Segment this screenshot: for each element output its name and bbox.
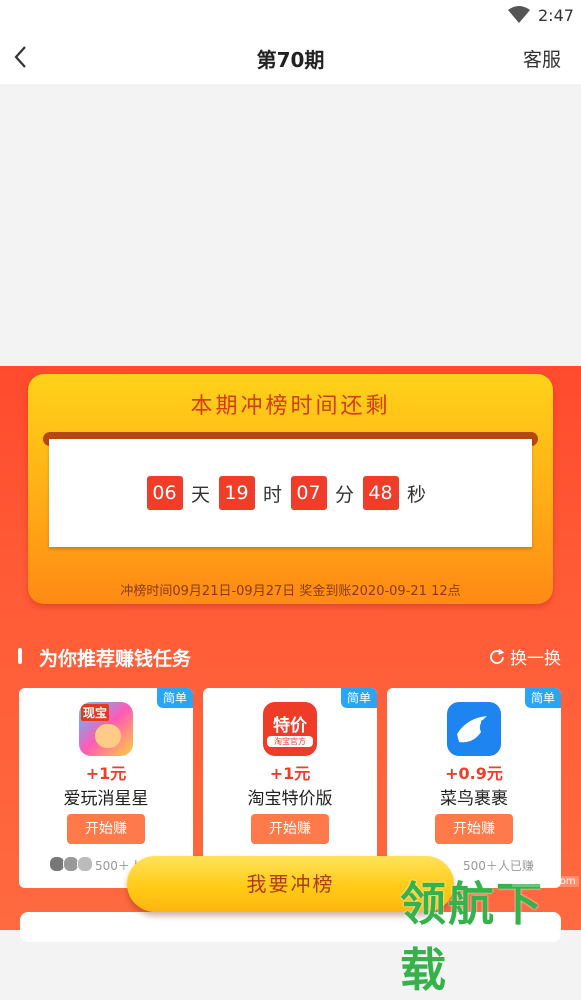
refresh-icon: [490, 648, 505, 664]
task-name: 爱玩消星星: [63, 789, 149, 809]
countdown-card: 本期冲榜时间还剩 06 天 19 时 07 分 48 秒 冲榜时间09月21日-…: [28, 374, 553, 604]
customer-service-button[interactable]: 客服: [523, 45, 561, 72]
star-game-face: [95, 724, 121, 748]
page-title: 第70期: [256, 48, 325, 72]
countdown-minutes: 07: [290, 476, 327, 510]
countdown-days: 06: [146, 476, 183, 510]
section-title: 为你推荐赚钱任务: [39, 648, 192, 670]
difficulty-badge: 简单: [341, 688, 377, 708]
start-earning-button[interactable]: 开始赚: [435, 814, 513, 844]
bird-icon: [457, 716, 487, 743]
hours-unit: 时: [262, 483, 282, 506]
nav-bar: 第70期 客服: [0, 32, 581, 84]
days-unit: 天: [190, 483, 210, 506]
icon-subcaption: 淘宝官方: [267, 736, 313, 747]
countdown-seconds: 48: [362, 476, 399, 510]
task-reward: +0.9元: [445, 764, 503, 783]
banner-placeholder: [0, 84, 581, 366]
status-time: 2:47: [538, 6, 574, 25]
refresh-button[interactable]: 换一换: [488, 644, 561, 669]
countdown-note: 冲榜时间09月21日-09月27日 奖金到账2020-09-21 12点: [120, 584, 461, 599]
task-name: 淘宝特价版: [247, 789, 333, 809]
difficulty-badge: 简单: [157, 688, 193, 708]
watermark-url: lhdown.com: [512, 876, 579, 887]
task-name: 菜鸟裹裹: [440, 789, 508, 809]
minutes-unit: 分: [334, 483, 354, 506]
task-reward: +1元: [85, 764, 127, 783]
joined-avatars: [49, 856, 93, 872]
seconds-unit: 秒: [406, 483, 426, 506]
refresh-label: 换一换: [510, 649, 561, 669]
start-earning-button[interactable]: 开始赚: [251, 814, 329, 844]
countdown-timer: 06 天 19 时 07 分 48 秒: [49, 476, 532, 510]
star-game-icon: 现宝: [79, 702, 133, 756]
countdown-panel: 06 天 19 时 07 分 48 秒: [49, 439, 532, 547]
start-earning-button[interactable]: 开始赚: [67, 814, 145, 844]
difficulty-badge: 简单: [525, 688, 561, 708]
taobao-special-icon: 特价 淘宝官方: [263, 702, 317, 756]
watermark-logo: 领航下载: [400, 877, 544, 997]
cainiao-bird-icon: [447, 702, 501, 756]
wifi-icon: [508, 6, 530, 23]
section-marker: [18, 648, 22, 664]
icon-caption: 现宝: [81, 704, 110, 721]
section-header: 为你推荐赚钱任务 换一换: [0, 640, 581, 674]
task-reward: +1元: [269, 764, 311, 783]
countdown-hours: 19: [218, 476, 255, 510]
countdown-title: 本期冲榜时间还剩: [190, 394, 391, 419]
avatar: [77, 856, 93, 872]
status-bar: 2:47: [0, 0, 581, 32]
icon-caption: 特价: [273, 716, 307, 736]
